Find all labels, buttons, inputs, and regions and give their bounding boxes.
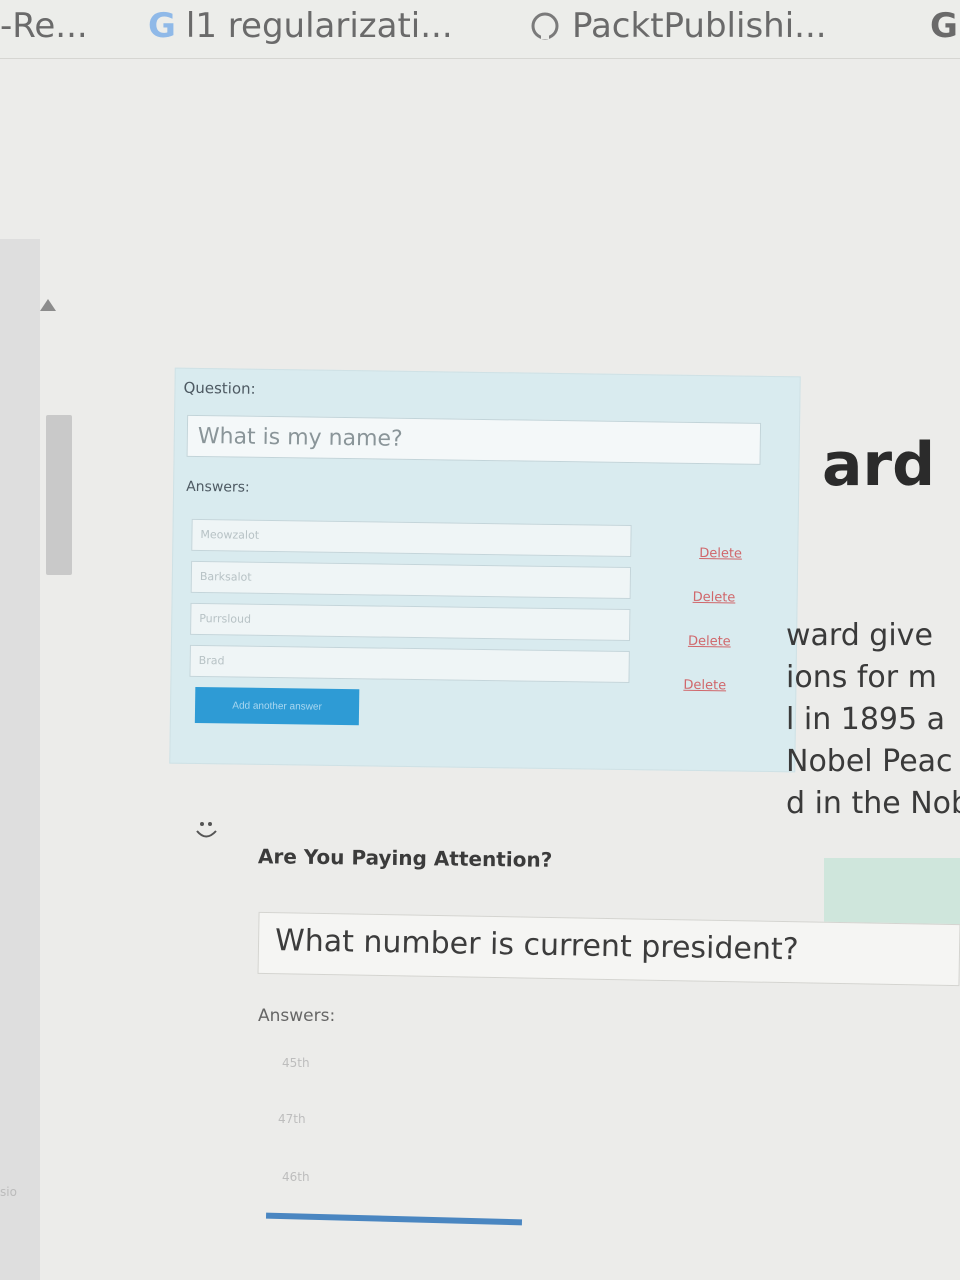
bookmark-1[interactable]: -Re... — [0, 4, 88, 48]
answer-input[interactable]: Meowzalot — [191, 518, 632, 558]
quiz-answer-option[interactable]: 46th — [282, 1170, 310, 1184]
page-content: sio Question: What is my name? Answers: … — [0, 59, 960, 1280]
delete-answer-link[interactable]: Delete — [699, 546, 742, 562]
delete-answer-link[interactable]: Delete — [693, 590, 736, 606]
answers-label: Answers: — [186, 478, 250, 496]
quiz-title: Are You Paying Attention? — [257, 844, 553, 872]
question-label: Question: — [183, 378, 256, 398]
left-sidebar — [0, 239, 40, 1280]
quiz-answer-option[interactable]: 47th — [278, 1112, 306, 1126]
blue-underline — [265, 1212, 523, 1226]
green-panel — [824, 858, 960, 930]
quiz-answers-label: Answers: — [258, 1006, 336, 1026]
answer-input[interactable]: Purrsloud — [190, 602, 631, 642]
quiz-question-input[interactable]: What number is current president? — [257, 911, 960, 987]
add-answer-button[interactable]: Add another answer — [194, 686, 360, 726]
question-input[interactable]: What is my name? — [186, 414, 762, 465]
background-text-line: d in the Nob — [786, 786, 960, 821]
background-text-line: ions for m — [786, 660, 937, 695]
smiley-icon — [196, 822, 217, 838]
answer-input[interactable]: Brad — [189, 644, 630, 684]
delete-answer-link[interactable]: Delete — [688, 634, 731, 650]
delete-answer-link[interactable]: Delete — [683, 678, 726, 694]
bookmark-label: l1 regularizati... — [185, 6, 453, 46]
scrollbar-thumb[interactable] — [46, 415, 72, 575]
bookmarks-bar: -Re... Gl1 regularizati... PacktPublishi… — [0, 0, 960, 59]
quiz-answer-option[interactable]: 45th — [282, 1056, 310, 1070]
question-editor-card: Question: What is my name? Answers: Meow… — [169, 367, 801, 773]
bookmark-3[interactable]: PacktPublishi... — [530, 4, 827, 48]
background-text-line: l in 1895 a — [786, 702, 946, 737]
answer-input[interactable]: Barksalot — [190, 560, 632, 600]
background-text-line: ward give — [786, 618, 933, 653]
scroll-up-icon[interactable] — [40, 299, 56, 311]
background-heading: ard — [822, 430, 936, 500]
google-icon: G — [930, 6, 958, 46]
background-text-line: Nobel Peac — [786, 744, 953, 779]
bookmark-label: -Re... — [0, 6, 88, 46]
sidebar-text: sio — [0, 1185, 17, 1199]
github-icon — [531, 12, 559, 40]
bookmark-2[interactable]: Gl1 regularizati... — [148, 4, 453, 48]
bookmark-4[interactable]: G — [930, 4, 960, 48]
google-icon: G — [148, 6, 176, 46]
bookmark-label: PacktPublishi... — [572, 6, 827, 46]
